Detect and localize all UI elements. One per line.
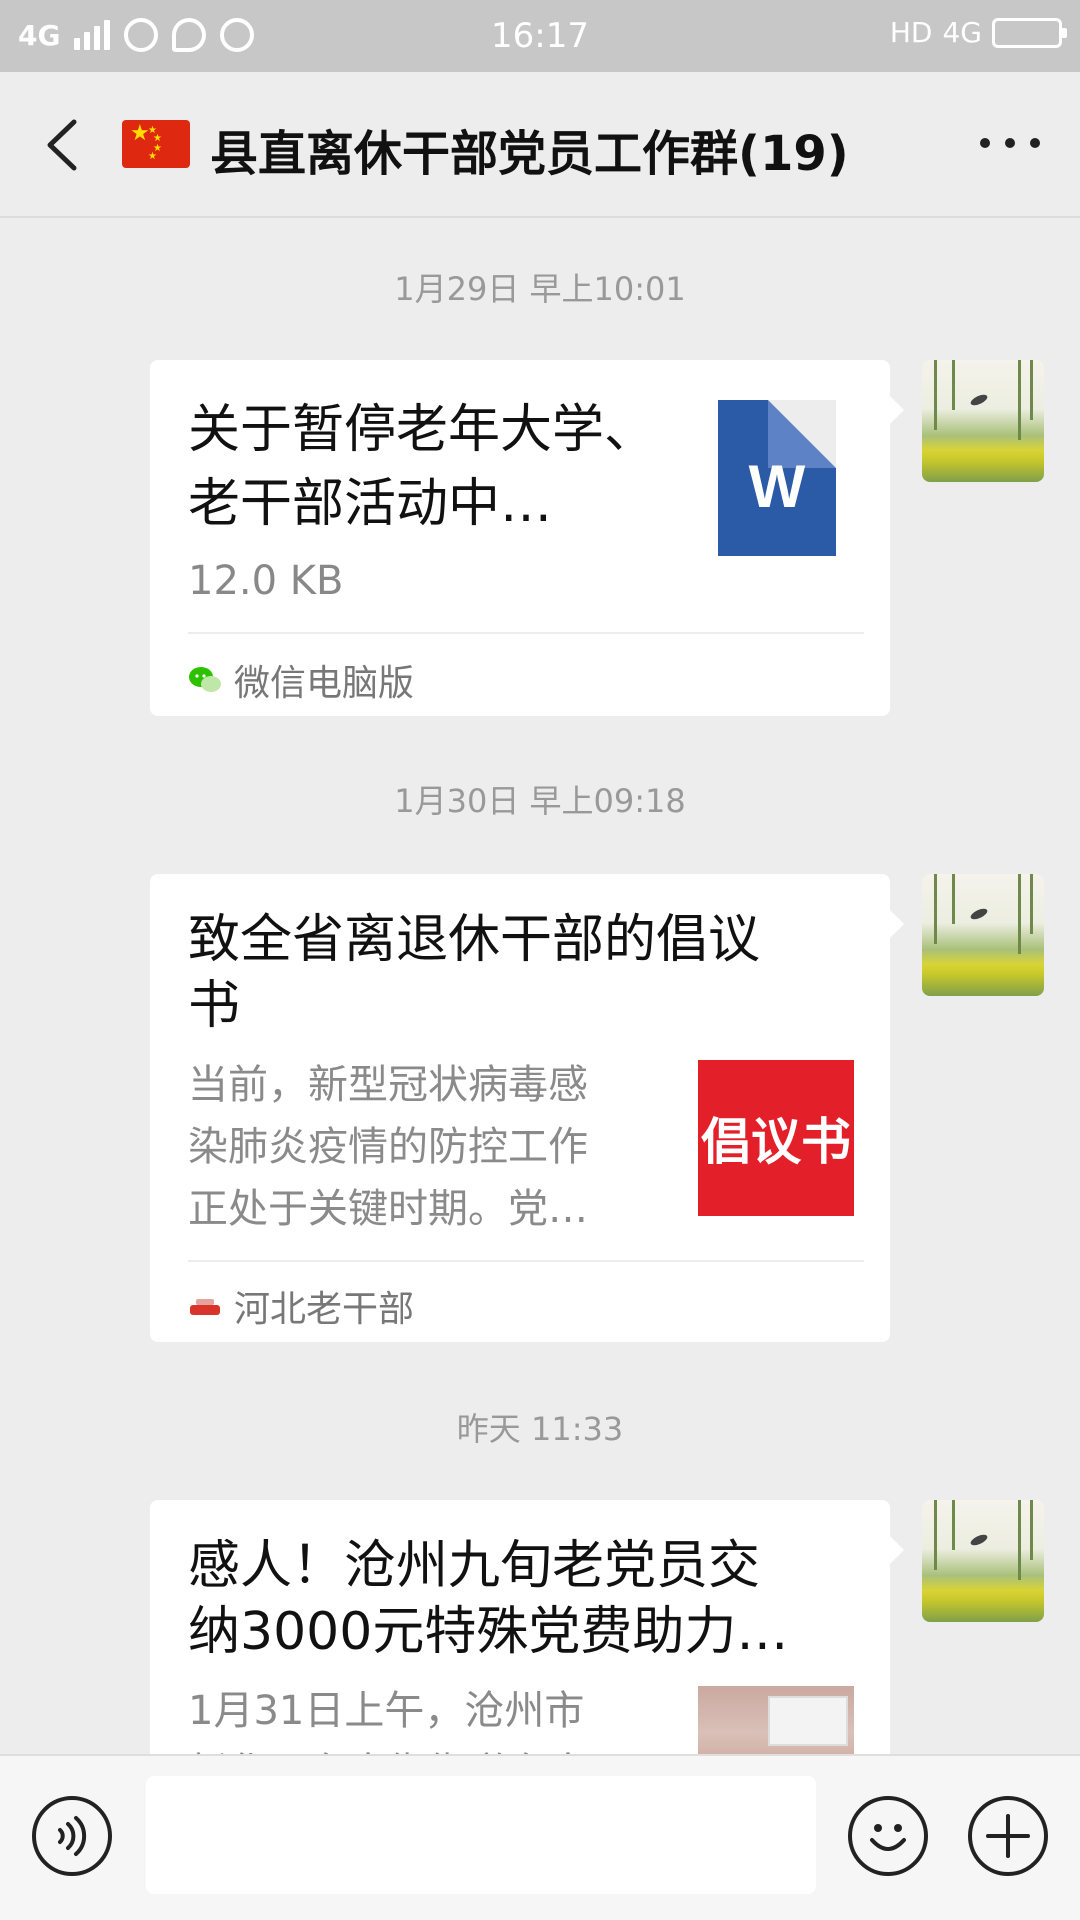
avatar[interactable] [922,1500,1044,1622]
source-label: 河北老干部 [234,1289,415,1330]
battery-icon [992,17,1067,48]
avatar[interactable] [922,360,1044,482]
article-title-line-2: 书 [188,976,241,1036]
chat-header: ★ ★ ★ ★ ★ 县直离休干部党员工作群(19) [0,72,1080,218]
article-thumbnail [698,1686,854,1754]
hd-indicator: HD [889,16,933,49]
network-type-right: 4G [942,16,982,49]
emoji-icon[interactable] [848,1796,928,1876]
voice-icon[interactable] [32,1796,112,1876]
avatar[interactable] [922,874,1044,996]
message-input[interactable] [146,1776,816,1894]
status-bar: 4G 16:17 HD 4G [0,0,1080,72]
file-title-line-2: 老干部活动中… [188,474,553,534]
wechat-icon [189,667,221,692]
chevron-left-icon[interactable] [40,118,84,172]
chat-title: 县直离休干部党员工作群(19) [210,126,849,182]
message-source: 微信电脑版 [188,654,414,706]
article-title-line-2: 纳3000元特殊党费助力… [188,1602,789,1662]
message-list[interactable]: 1月29日 早上10:01 关于暂停老年大学、 老干部活动中… 12.0 KB … [0,218,1080,1754]
article-message-bubble[interactable]: 感人！沧州九旬老党员交 纳3000元特殊党费助力… 1月31日上午，沧州市 新华… [150,1500,904,1754]
divider [188,632,864,634]
article-desc-line-2: 染肺炎疫情的防控工作 [188,1124,588,1170]
article-title-line-1: 致全省离退休干部的倡议 [188,910,761,970]
more-dots-icon[interactable] [980,128,1040,158]
source-label: 微信电脑版 [234,663,415,704]
file-size: 12.0 KB [188,558,344,604]
timestamp: 1月30日 早上09:18 [394,782,686,820]
article-desc-line-3: 正处于关键时期。党… [188,1186,588,1232]
plus-icon[interactable] [968,1796,1048,1876]
divider [188,1260,864,1262]
word-file-icon: W [718,400,836,556]
timestamp: 1月29日 早上10:01 [394,270,686,308]
article-title-line-1: 感人！沧州九旬老党员交 [188,1536,761,1596]
article-desc-line-1: 1月31日上午，沧州市 [188,1688,585,1734]
message-source: 河北老干部 [188,1280,414,1332]
input-bar [0,1754,1080,1920]
china-flag-icon: ★ ★ ★ ★ ★ [122,120,190,168]
hebei-laoganbu-icon [190,1299,220,1315]
article-message-bubble[interactable]: 致全省离退休干部的倡议 书 当前，新型冠状病毒感 染肺炎疫情的防控工作 正处于关… [150,874,904,1342]
file-title-line-1: 关于暂停老年大学、 [188,400,657,460]
article-thumbnail: 倡议书 [698,1060,854,1216]
timestamp: 昨天 11:33 [456,1410,624,1448]
article-desc-line-1: 当前，新型冠状病毒感 [188,1062,588,1108]
article-desc-line-2: 新华区东大街街道东南 [188,1742,678,1754]
file-message-bubble[interactable]: 关于暂停老年大学、 老干部活动中… 12.0 KB W 微信电脑版 [150,360,904,716]
